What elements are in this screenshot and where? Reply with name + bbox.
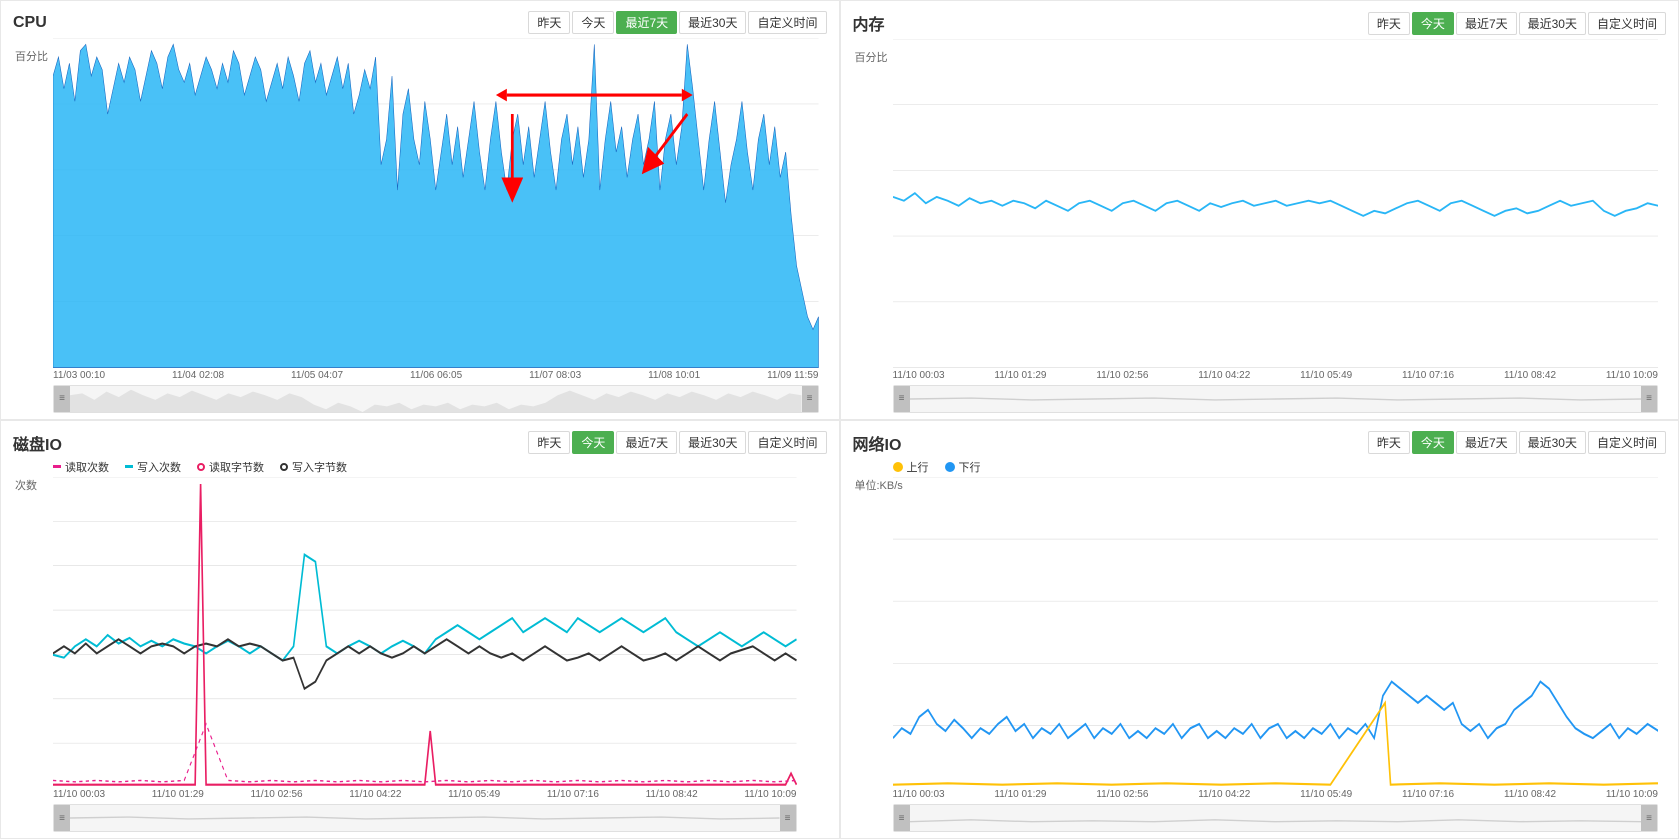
disk-btn-30days[interactable]: 最近30天 [679,431,746,454]
disk-legend-write-bytes: 写入字节数 [280,459,347,475]
memory-scroll-left[interactable]: ≡ [894,386,910,412]
cpu-chart-svg: 100 80 60 40 20 0 [53,38,819,368]
cpu-mini-chart [70,386,802,412]
cpu-x-labels: 11/03 00:10 11/04 02:08 11/05 04:07 11/0… [53,370,819,381]
network-title: 网络IO [853,431,902,455]
cpu-scrollbar[interactable]: ≡ ≡ [53,385,819,413]
memory-chart-area: 百分比 100 80 60 40 20 0 [853,39,1667,413]
cpu-btn-custom[interactable]: 自定义时间 [748,11,826,34]
disk-legend-write-count: 写入次数 [125,459,181,475]
disk-scroll-right[interactable]: ≡ [780,805,796,831]
network-legend-up-label: 上行 [907,459,929,475]
memory-scroll-right[interactable]: ≡ [1641,386,1657,412]
cpu-btn-yesterday[interactable]: 昨天 [528,11,570,34]
memory-panel-header: 内存 昨天 今天 最近7天 最近30天 自定义时间 [853,11,1667,35]
disk-scrollbar[interactable]: ≡ ≡ [53,804,797,832]
disk-legend: 读取次数 写入次数 读取字节数 写入字节数 [53,459,827,475]
cpu-chart: 100 80 60 40 20 0 [53,38,819,368]
disk-legend-write-bytes-icon [280,463,288,471]
disk-legend-write-count-icon [125,465,133,468]
cpu-panel-header: CPU 昨天 今天 最近7天 最近30天 自定义时间 [13,11,827,34]
network-time-buttons: 昨天 今天 最近7天 最近30天 自定义时间 [1368,431,1666,454]
disk-chart-area: 次数 700 600 500 400 300 20 [13,477,827,833]
cpu-time-buttons: 昨天 今天 最近7天 最近30天 自定义时间 [528,11,826,34]
memory-time-buttons: 昨天 今天 最近7天 最近30天 自定义时间 [1368,12,1666,35]
network-legend: 上行 下行 [893,459,1667,475]
cpu-y-label: 百分比 [15,48,48,64]
cpu-btn-30days[interactable]: 最近30天 [679,11,746,34]
disk-panel-header: 磁盘IO 昨天 今天 最近7天 最近30天 自定义时间 [13,431,827,455]
memory-chart-svg: 100 80 60 40 20 0 [893,39,1659,368]
dashboard: CPU 昨天 今天 最近7天 最近30天 自定义时间 百分比 [0,0,1679,839]
disk-legend-read-bytes: 读取字节数 [197,459,264,475]
disk-btn-today[interactable]: 今天 [572,431,614,454]
disk-panel: 磁盘IO 昨天 今天 最近7天 最近30天 自定义时间 读取次数 写入次数 读取… [0,420,840,839]
network-legend-down: 下行 [945,459,981,475]
memory-chart: 100 80 60 40 20 0 [893,39,1659,368]
disk-scroll-track [70,805,780,831]
disk-title: 磁盘IO [13,431,62,455]
memory-x-labels: 11/10 00:03 11/10 01:29 11/10 02:56 11/1… [893,370,1659,381]
memory-btn-custom[interactable]: 自定义时间 [1588,12,1666,35]
disk-legend-write-count-label: 写入次数 [137,459,181,475]
network-btn-today[interactable]: 今天 [1412,431,1454,454]
network-scroll-track [910,805,1642,831]
network-mini-chart [910,805,1642,831]
memory-y-label: 百分比 [855,49,888,65]
network-legend-down-icon [945,462,955,472]
disk-y-label: 次数 [15,477,37,493]
network-chart-area: 单位:KB/s 1,000 800 600 400 200 0 [853,477,1667,833]
memory-title: 内存 [853,11,885,35]
disk-chart-svg: 700 600 500 400 300 200 100 0 12 10 8 6 … [53,477,797,788]
disk-time-buttons: 昨天 今天 最近7天 最近30天 自定义时间 [528,431,826,454]
cpu-scroll-left[interactable]: ≡ [54,386,70,412]
memory-btn-yesterday[interactable]: 昨天 [1368,12,1410,35]
network-chart: 1,000 800 600 400 200 0 [893,477,1659,788]
network-panel-header: 网络IO 昨天 今天 最近7天 最近30天 自定义时间 [853,431,1667,455]
network-btn-custom[interactable]: 自定义时间 [1588,431,1666,454]
disk-mini-chart [70,805,780,831]
disk-legend-read-count: 读取次数 [53,459,109,475]
network-legend-down-label: 下行 [959,459,981,475]
network-legend-up: 上行 [893,459,929,475]
memory-btn-today[interactable]: 今天 [1412,12,1454,35]
disk-x-labels: 11/10 00:03 11/10 01:29 11/10 02:56 11/1… [53,789,797,800]
cpu-btn-today[interactable]: 今天 [572,11,614,34]
network-scrollbar[interactable]: ≡ ≡ [893,804,1659,832]
disk-btn-yesterday[interactable]: 昨天 [528,431,570,454]
network-legend-up-icon [893,462,903,472]
memory-mini-chart [910,386,1642,412]
disk-legend-read-count-icon [53,465,61,468]
disk-btn-7days[interactable]: 最近7天 [616,431,677,454]
cpu-chart-area: 百分比 100 80 60 40 20 0 [13,38,827,413]
memory-btn-30days[interactable]: 最近30天 [1519,12,1586,35]
cpu-panel: CPU 昨天 今天 最近7天 最近30天 自定义时间 百分比 [0,0,840,420]
disk-legend-read-bytes-icon [197,463,205,471]
network-btn-30days[interactable]: 最近30天 [1519,431,1586,454]
memory-panel: 内存 昨天 今天 最近7天 最近30天 自定义时间 百分比 100 [840,0,1679,420]
disk-legend-write-bytes-label: 写入字节数 [292,459,347,475]
memory-scroll-track [910,386,1642,412]
network-chart-svg: 1,000 800 600 400 200 0 [893,477,1659,788]
network-scroll-right[interactable]: ≡ [1641,805,1657,831]
network-btn-7days[interactable]: 最近7天 [1456,431,1517,454]
network-btn-yesterday[interactable]: 昨天 [1368,431,1410,454]
network-scroll-left[interactable]: ≡ [894,805,910,831]
cpu-btn-7days[interactable]: 最近7天 [616,11,677,34]
disk-scroll-left[interactable]: ≡ [54,805,70,831]
disk-btn-custom[interactable]: 自定义时间 [748,431,826,454]
cpu-scroll-track [70,386,802,412]
network-panel: 网络IO 昨天 今天 最近7天 最近30天 自定义时间 上行 下行 单位:KB/… [840,420,1679,839]
cpu-title: CPU [13,14,47,32]
disk-legend-read-bytes-label: 读取字节数 [209,459,264,475]
memory-btn-7days[interactable]: 最近7天 [1456,12,1517,35]
memory-scrollbar[interactable]: ≡ ≡ [893,385,1659,413]
disk-legend-read-count-label: 读取次数 [65,459,109,475]
network-x-labels: 11/10 00:03 11/10 01:29 11/10 02:56 11/1… [893,789,1659,800]
disk-chart: 700 600 500 400 300 200 100 0 12 10 8 6 … [53,477,797,788]
cpu-scroll-right[interactable]: ≡ [802,386,818,412]
